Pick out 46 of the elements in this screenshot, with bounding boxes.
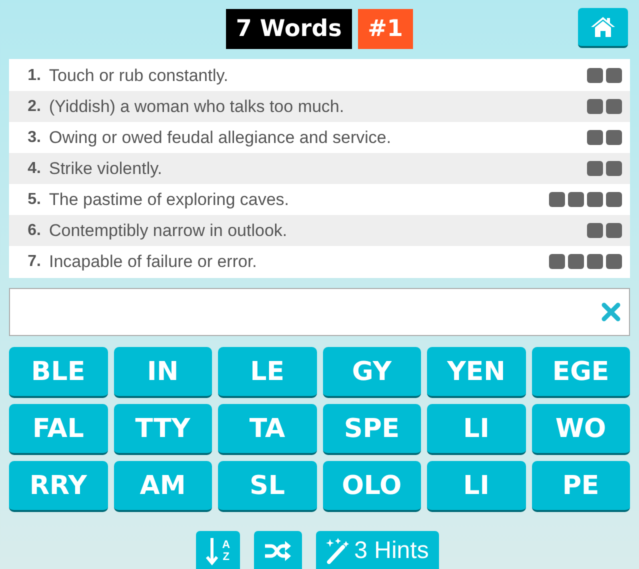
letter-tile[interactable]: TA: [218, 404, 316, 455]
shuffle-button[interactable]: [254, 531, 302, 569]
sort-letter: Z: [222, 551, 230, 563]
clue-text: Touch or rub constantly.: [49, 66, 230, 86]
letter-tile[interactable]: WO: [532, 404, 630, 455]
letter-tile[interactable]: YEN: [427, 347, 526, 398]
letter-tile[interactable]: IN: [114, 347, 212, 398]
shuffle-icon: [264, 540, 292, 562]
letter-tile[interactable]: TTY: [114, 404, 212, 455]
home-icon: [590, 16, 616, 38]
letter-tile[interactable]: OLO: [322, 461, 421, 512]
sort-letter: A: [222, 539, 230, 551]
clue-text: The pastime of exploring caves.: [49, 190, 290, 210]
answer-field[interactable]: [9, 288, 630, 336]
clue-number: 3.: [26, 128, 41, 146]
hints-button[interactable]: 3 Hints: [316, 531, 439, 569]
letter-tile[interactable]: FAL: [9, 404, 108, 455]
letter-tile[interactable]: GY: [322, 347, 421, 398]
clue-text: Owing or owed feudal allegiance and service.: [49, 128, 392, 148]
letter-tile[interactable]: RRY: [9, 461, 108, 512]
letter-tile[interactable]: LI: [427, 404, 526, 455]
sort-button[interactable]: A Z: [196, 531, 240, 569]
magic-wand-icon: [326, 538, 350, 564]
clue-number: 2.: [26, 98, 41, 116]
home-button[interactable]: [578, 8, 628, 48]
arrow-down-icon: [206, 536, 218, 566]
puzzle-number: #1: [358, 9, 414, 49]
clue-number: 5.: [26, 190, 41, 208]
letter-tile[interactable]: AM: [114, 461, 212, 512]
letter-tile[interactable]: LI: [427, 461, 526, 512]
clue-number: 7.: [26, 252, 41, 270]
letter-tile[interactable]: SPE: [322, 404, 421, 455]
letter-tile[interactable]: SL: [218, 461, 316, 512]
clue-text: (Yiddish) a woman who talks too much.: [49, 96, 346, 116]
letter-tile[interactable]: EGE: [532, 347, 630, 398]
letter-tile[interactable]: PE: [532, 461, 630, 512]
clue-number: 6.: [26, 222, 41, 240]
game-title: 7 Words: [226, 9, 352, 49]
clue-number: 4.: [26, 160, 41, 178]
letter-tile[interactable]: BLE: [9, 347, 108, 398]
clear-icon[interactable]: [601, 302, 621, 322]
clue-text: Contemptibly narrow in outlook.: [49, 220, 288, 240]
clue-text: Strike violently.: [49, 158, 164, 178]
clue-number: 1.: [26, 66, 41, 84]
clue-text: Incapable of failure or error.: [49, 252, 258, 272]
letter-tile[interactable]: LE: [218, 347, 316, 398]
